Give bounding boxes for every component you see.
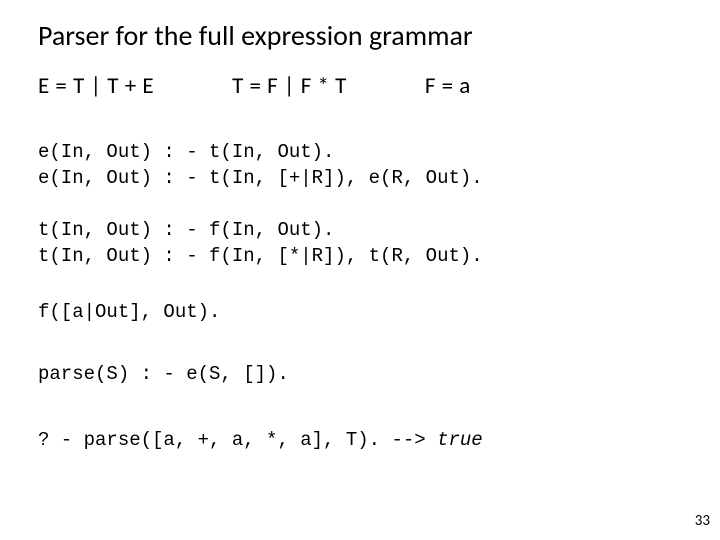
code-parse-rule: parse(S) : - e(S, []). <box>38 362 289 388</box>
query-text: ? - parse([a, +, a, *, a], T). --> <box>38 429 437 451</box>
grammar-f: F = a <box>425 72 471 100</box>
page-number: 33 <box>695 512 710 530</box>
grammar-e: E = T | T + E <box>38 72 154 100</box>
slide: Parser for the full expression grammar E… <box>0 0 720 540</box>
code-t-rules: t(In, Out) : - f(In, Out). t(In, Out) : … <box>38 218 483 269</box>
code-e-rules: e(In, Out) : - t(In, Out). e(In, Out) : … <box>38 140 483 191</box>
query-result: true <box>437 429 483 451</box>
code-f-rule: f([a|Out], Out). <box>38 300 220 326</box>
slide-title: Parser for the full expression grammar <box>38 18 473 53</box>
code-query: ? - parse([a, +, a, *, a], T). --> true <box>38 428 483 454</box>
grammar-line: E = T | T + E T = F | F * T F = a <box>38 72 471 100</box>
grammar-t: T = F | F * T <box>232 72 347 100</box>
